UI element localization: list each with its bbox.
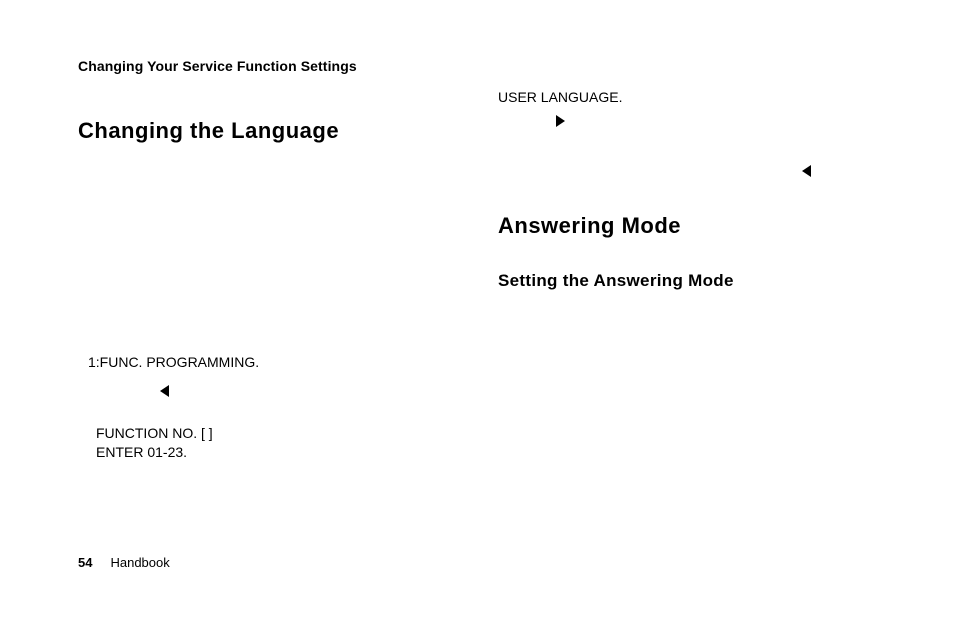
right-arrow-icon [556,115,878,127]
right-column: USER LANGUAGE. Answering Mode Setting th… [498,88,878,291]
left-arrow-icon [802,165,878,177]
heading-changing-language: Changing the Language [78,118,458,144]
page-number: 54 [78,555,92,570]
lcd-text-func-programming: 1:FUNC. PROGRAMMING. [88,353,259,372]
running-header: Changing Your Service Function Settings [78,58,357,74]
heading-setting-answering-mode: Setting the Answering Mode [498,271,878,291]
lcd-line-enter-range: ENTER 01-23. [96,443,213,462]
left-column: Changing the Language 1:FUNC. PROGRAMMIN… [78,118,458,144]
lcd-text-user-language: USER LANGUAGE. [498,88,878,107]
document-page: Changing Your Service Function Settings … [0,0,954,618]
heading-answering-mode: Answering Mode [498,213,878,239]
page-footer: 54 Handbook [78,555,170,570]
lcd-text-function-no: FUNCTION NO. [ ] ENTER 01-23. [96,424,213,462]
left-arrow-icon [160,384,169,402]
lcd-line-function-no: FUNCTION NO. [ ] [96,424,213,443]
book-title: Handbook [110,555,169,570]
